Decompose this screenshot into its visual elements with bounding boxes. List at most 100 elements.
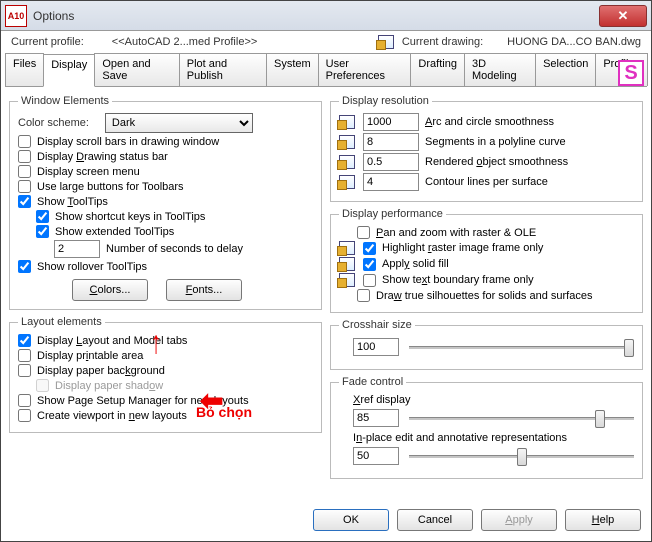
group-display-performance: Display performance Pan and zoom with ra… xyxy=(330,208,643,313)
current-profile-value: <<AutoCAD 2...med Profile>> xyxy=(112,36,258,48)
current-drawing-label: Current drawing: xyxy=(402,36,483,48)
perf-icon xyxy=(339,241,355,255)
group-window-elements: Window Elements Color scheme: Dark Displ… xyxy=(9,95,322,310)
legend-fade: Fade control xyxy=(339,376,406,388)
cb-solidfill[interactable] xyxy=(363,258,376,271)
lbl-rollover: Show rollover ToolTips xyxy=(37,261,147,273)
close-button[interactable]: ✕ xyxy=(599,5,647,27)
lbl-pagesetup: Show Page Setup Manager for new layouts xyxy=(37,395,249,407)
group-layout-elements: Layout elements Display Layout and Model… xyxy=(9,316,322,433)
arc-label: Arc and circle smoothness xyxy=(425,116,554,128)
cb-highlight[interactable] xyxy=(363,242,376,255)
res-icon xyxy=(339,155,355,169)
current-profile-label: Current profile: xyxy=(11,36,84,48)
cancel-button[interactable]: Cancel xyxy=(397,509,473,531)
ok-button[interactable]: OK xyxy=(313,509,389,531)
lbl-truesilh: Draw true silhouettes for solids and sur… xyxy=(376,290,592,302)
tab-files[interactable]: Files xyxy=(5,53,44,86)
perf-icon xyxy=(339,257,355,271)
tab-open-save[interactable]: Open and Save xyxy=(94,53,179,86)
lbl-layout-model: Display Layout and Model tabs xyxy=(37,335,187,347)
xref-slider[interactable] xyxy=(409,408,634,428)
seconds-label: Number of seconds to delay xyxy=(106,243,243,255)
drawing-icon xyxy=(378,35,394,49)
tab-user-prefs[interactable]: User Preferences xyxy=(318,53,412,86)
cb-scrollbars[interactable] xyxy=(18,135,31,148)
perf-icon xyxy=(339,273,355,287)
res-icon xyxy=(339,175,355,189)
help-button[interactable]: Help xyxy=(565,509,641,531)
crosshair-input[interactable] xyxy=(353,338,399,356)
res-icon xyxy=(339,135,355,149)
group-crosshair: Crosshair size xyxy=(330,319,643,370)
tab-display[interactable]: Display xyxy=(43,54,95,87)
watermark-s-icon: S xyxy=(618,60,644,86)
legend-crosshair: Crosshair size xyxy=(339,319,415,331)
colors-button[interactable]: Colors... xyxy=(72,279,148,301)
rend-label: Rendered object smoothness xyxy=(425,156,568,168)
app-icon: A10 xyxy=(5,5,27,27)
lbl-scrollbars: Display scroll bars in drawing window xyxy=(37,136,219,148)
apply-button[interactable]: Apply xyxy=(481,509,557,531)
cb-textbound[interactable] xyxy=(363,274,376,287)
lbl-shortcut: Show shortcut keys in ToolTips xyxy=(55,211,205,223)
crosshair-slider[interactable] xyxy=(409,337,634,357)
tab-drafting[interactable]: Drafting xyxy=(410,53,465,86)
legend-display-performance: Display performance xyxy=(339,208,446,220)
cb-truesilh[interactable] xyxy=(357,289,370,302)
cont-label: Contour lines per surface xyxy=(425,176,548,188)
inplace-label: In-place edit and annotative representat… xyxy=(353,432,567,444)
tab-3d-modeling[interactable]: 3D Modeling xyxy=(464,53,536,86)
legend-display-resolution: Display resolution xyxy=(339,95,432,107)
cb-shortcut[interactable] xyxy=(36,210,49,223)
group-fade: Fade control Xref display In-place edit … xyxy=(330,376,643,479)
seconds-input[interactable] xyxy=(54,240,100,258)
fonts-button[interactable]: Fonts... xyxy=(166,279,242,301)
cb-statusbar[interactable] xyxy=(18,150,31,163)
inplace-input[interactable] xyxy=(353,447,399,465)
window-title: Options xyxy=(33,9,599,23)
arc-input[interactable] xyxy=(363,113,419,131)
rend-input[interactable] xyxy=(363,153,419,171)
color-scheme-select[interactable]: Dark xyxy=(105,113,253,133)
cb-papershadow xyxy=(36,379,49,392)
lbl-statusbar: Display Drawing status bar xyxy=(37,151,168,163)
cb-largebuttons[interactable] xyxy=(18,180,31,193)
cb-extended[interactable] xyxy=(36,225,49,238)
tab-selection[interactable]: Selection xyxy=(535,53,596,86)
lbl-highlight: Highlight raster image frame only xyxy=(382,242,543,254)
legend-window-elements: Window Elements xyxy=(18,95,112,107)
lbl-pan: Pan and zoom with raster & OLE xyxy=(376,227,536,239)
legend-layout-elements: Layout elements xyxy=(18,316,105,328)
cb-pan[interactable] xyxy=(357,226,370,239)
lbl-solidfill: Apply solid fill xyxy=(382,258,449,270)
cb-viewport[interactable] xyxy=(18,409,31,422)
res-icon xyxy=(339,115,355,129)
cb-pagesetup[interactable] xyxy=(18,394,31,407)
current-drawing-value: HUONG DA...CO BAN.dwg xyxy=(507,36,641,48)
lbl-textbound: Show text boundary frame only xyxy=(382,274,534,286)
lbl-extended: Show extended ToolTips xyxy=(55,226,174,238)
tab-strip: Files Display Open and Save Plot and Pub… xyxy=(5,53,647,87)
tab-plot-publish[interactable]: Plot and Publish xyxy=(179,53,267,86)
cb-rollover[interactable] xyxy=(18,260,31,273)
cb-paperbg[interactable] xyxy=(18,364,31,377)
lbl-printable: Display printable area xyxy=(37,350,143,362)
tab-system[interactable]: System xyxy=(266,53,319,86)
lbl-paperbg: Display paper background xyxy=(37,365,165,377)
cb-printable[interactable] xyxy=(18,349,31,362)
lbl-largebuttons: Use large buttons for Toolbars xyxy=(37,181,184,193)
seg-input[interactable] xyxy=(363,133,419,151)
cb-layout-model[interactable] xyxy=(18,334,31,347)
color-scheme-label: Color scheme: xyxy=(18,117,89,129)
xref-input[interactable] xyxy=(353,409,399,427)
cb-screenmenu[interactable] xyxy=(18,165,31,178)
cont-input[interactable] xyxy=(363,173,419,191)
lbl-viewport: Create viewport in new layouts xyxy=(37,410,187,422)
cb-tooltips[interactable] xyxy=(18,195,31,208)
inplace-slider[interactable] xyxy=(409,446,634,466)
lbl-tooltips: Show ToolTips xyxy=(37,196,108,208)
seg-label: Segments in a polyline curve xyxy=(425,136,566,148)
lbl-screenmenu: Display screen menu xyxy=(37,166,140,178)
group-display-resolution: Display resolution Arc and circle smooth… xyxy=(330,95,643,202)
